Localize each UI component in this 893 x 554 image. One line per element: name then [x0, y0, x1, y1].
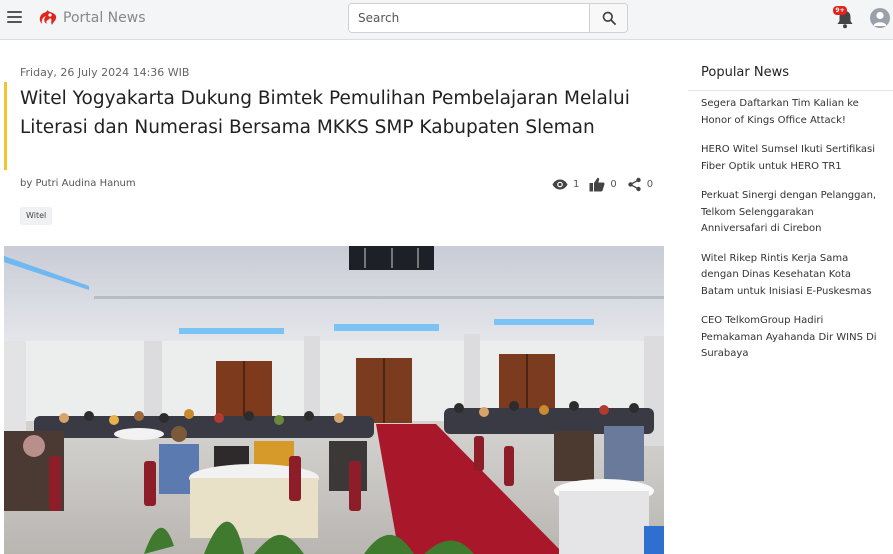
thumbs-up-icon — [589, 177, 605, 191]
share-icon — [628, 177, 641, 191]
search-box — [348, 3, 628, 33]
popular-news-item[interactable]: HERO Witel Sumsel Ikuti Sertifikasi Fibe… — [701, 142, 881, 175]
search-input[interactable] — [349, 4, 590, 32]
category-tag[interactable]: Witel — [20, 207, 53, 225]
brand-name[interactable]: Portal News — [63, 10, 146, 26]
popular-news-list: Segera Daftarkan Tim Kalian ke Honor of … — [701, 96, 881, 376]
popular-news-item[interactable]: Perkuat Sinergi dengan Pelanggan, Telkom… — [701, 188, 881, 238]
likes-count: 0 — [610, 178, 617, 190]
sidebar-title: Popular News — [701, 65, 790, 80]
article-title: Witel Yogyakarta Dukung Bimtek Pemulihan… — [20, 88, 630, 138]
eye-icon — [552, 179, 568, 189]
user-icon — [873, 11, 887, 26]
article-date: Friday, 26 July 2024 14:36 WIB — [20, 66, 190, 79]
article-stats: 1 0 0 — [552, 175, 663, 193]
divider — [688, 90, 893, 91]
search-button[interactable] — [589, 4, 627, 32]
menu-icon[interactable] — [7, 11, 22, 25]
popular-news-item[interactable]: Witel Rikep Rintis Kerja Sama dengan Din… — [701, 251, 881, 301]
logo-icon[interactable] — [36, 8, 58, 28]
popular-news-item[interactable]: Segera Daftarkan Tim Kalian ke Honor of … — [701, 96, 881, 129]
like-button[interactable]: 0 — [589, 177, 617, 192]
avatar[interactable] — [870, 8, 890, 28]
search-icon — [602, 11, 616, 25]
notification-badge: 9+ — [833, 6, 847, 15]
popular-news-sidebar: Popular News Segera Daftarkan Tim Kalian… — [688, 41, 893, 554]
article-photo — [4, 246, 664, 554]
article-author[interactable]: by Putri Audina Hanum — [20, 178, 136, 189]
title-accent-bar — [4, 82, 7, 170]
top-navbar: Portal News 9+ — [0, 0, 893, 40]
views-stat: 1 — [552, 179, 579, 190]
views-count: 1 — [573, 178, 580, 190]
share-button[interactable]: 0 — [627, 177, 653, 192]
popular-news-item[interactable]: CEO TelkomGroup Hadiri Pemakaman Ayahand… — [701, 313, 881, 363]
shares-count: 0 — [646, 178, 654, 190]
article: Friday, 26 July 2024 14:36 WIB Witel Yog… — [0, 41, 672, 554]
